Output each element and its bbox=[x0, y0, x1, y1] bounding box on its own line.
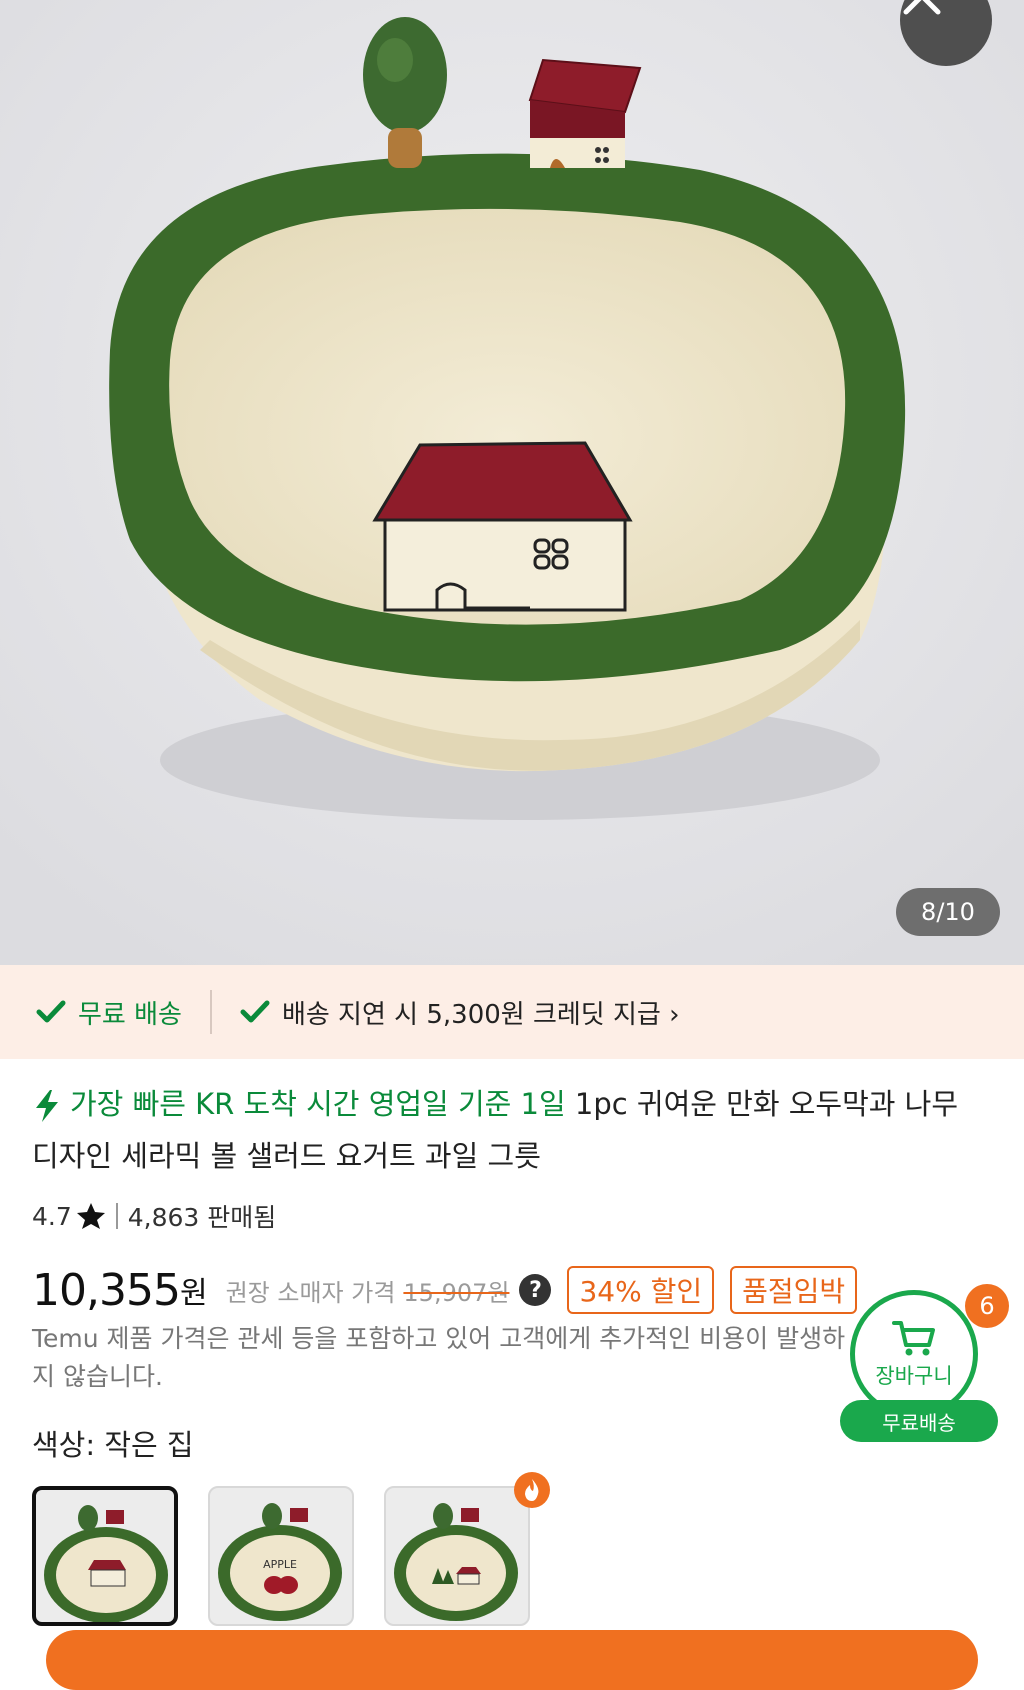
cart-free-shipping: 무료배송 bbox=[840, 1400, 998, 1442]
flame-icon bbox=[525, 1479, 539, 1501]
retail-label: 권장 소매자 가격 bbox=[225, 1278, 396, 1307]
free-shipping-label: 무료 배송 bbox=[78, 999, 182, 1030]
swatch-apple-image: APPLE bbox=[218, 1503, 342, 1621]
product-image[interactable]: 8/10 bbox=[0, 0, 1024, 965]
hot-flame-icon bbox=[514, 1472, 550, 1508]
close-icon bbox=[903, 0, 941, 15]
sold-count: 4,863 판매됨 bbox=[127, 1203, 277, 1232]
free-shipping-info: 무료 배송 bbox=[36, 994, 182, 1031]
image-counter: 8/10 bbox=[896, 888, 1000, 936]
low-stock-label: 품절임박 bbox=[742, 1275, 846, 1308]
apple-text: APPLE bbox=[263, 1558, 297, 1571]
swatch-small-house-image bbox=[44, 1505, 168, 1622]
check-icon bbox=[240, 1000, 270, 1023]
discount-badge: 34% 할인 bbox=[567, 1266, 715, 1314]
low-stock-badge[interactable]: 품절임박 bbox=[730, 1266, 858, 1314]
tax-note: Temu 제품 가격은 관세 등을 포함하고 있어 고객에게 추가적인 비용이 … bbox=[32, 1324, 846, 1391]
cart-label: 장바구니 bbox=[875, 1364, 953, 1388]
price-unit: 원 bbox=[179, 1276, 208, 1311]
buy-button[interactable] bbox=[46, 1630, 978, 1690]
ceramic-bowl-photo bbox=[0, 0, 1024, 965]
swatch-apple[interactable]: APPLE bbox=[208, 1486, 354, 1626]
check-icon bbox=[36, 1000, 66, 1023]
rating-value: 4.7 bbox=[32, 1201, 72, 1231]
product-title: 가장 빠른 KR 도착 시간 영업일 기준 1일 1pc 귀여운 만화 오두막과… bbox=[32, 1078, 992, 1182]
color-swatches: APPLE bbox=[32, 1486, 560, 1626]
cart-circle: 장바구니 bbox=[850, 1290, 978, 1418]
swatch-small-house[interactable] bbox=[32, 1486, 178, 1626]
retail-price: 15,907원 bbox=[403, 1278, 510, 1307]
swatch-tree-house-image bbox=[394, 1503, 518, 1621]
divider bbox=[115, 1203, 118, 1229]
lightning-icon bbox=[36, 1090, 58, 1122]
delay-credit-link[interactable]: 배송 지연 시 5,300원 크레딧 지급 › bbox=[240, 994, 680, 1031]
price-value: 10,355 bbox=[32, 1264, 181, 1316]
fast-delivery-tag: 가장 빠른 KR 도착 시간 영업일 기준 1일 bbox=[70, 1087, 566, 1121]
swatch-tree-house[interactable] bbox=[384, 1486, 530, 1626]
cart-button[interactable]: 장바구니 6 무료배송 bbox=[840, 1284, 1009, 1442]
shipping-bar[interactable]: 무료 배송 배송 지연 시 5,300원 크레딧 지급 › bbox=[0, 965, 1024, 1059]
cart-count-badge: 6 bbox=[965, 1284, 1009, 1328]
star-icon bbox=[76, 1203, 105, 1229]
delay-credit-label: 배송 지연 시 5,300원 크레딧 지급 › bbox=[281, 999, 680, 1030]
shopping-cart-icon bbox=[892, 1321, 935, 1356]
divider bbox=[209, 990, 212, 1034]
price-row: 10,355 원 권장 소매자 가격 15,907원 ? 34% 할인 품절임박 bbox=[32, 1262, 858, 1318]
rating-row[interactable]: 4.7 4,863 판매됨 bbox=[32, 1198, 276, 1234]
color-option-label: 색상: 작은 집 bbox=[32, 1428, 194, 1462]
question-icon[interactable]: ? bbox=[519, 1274, 552, 1306]
